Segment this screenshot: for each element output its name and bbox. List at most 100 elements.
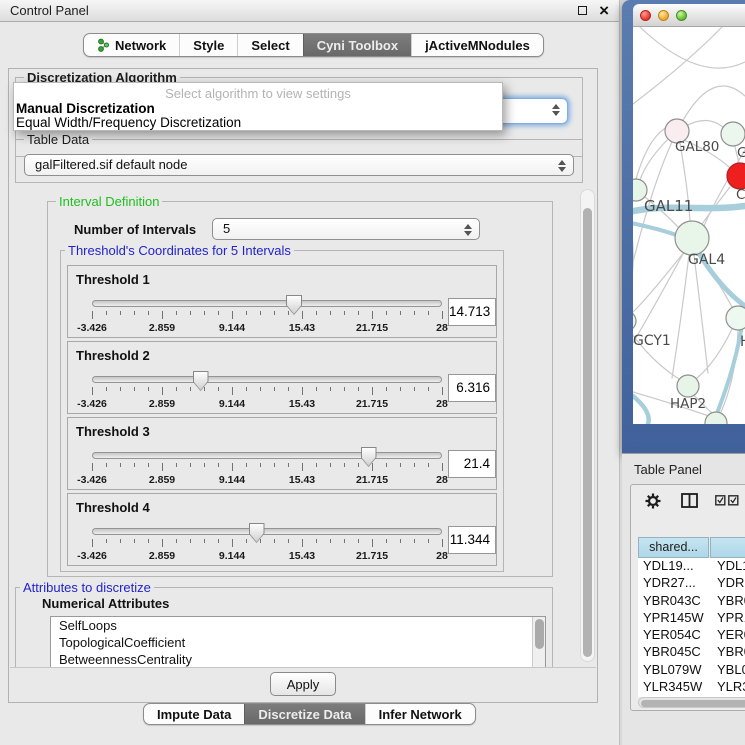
algorithm-option-equal-width[interactable]: Equal Width/Frequency Discretization: [14, 116, 502, 130]
tick-mark: [400, 463, 401, 467]
tab-jactivemnodules[interactable]: jActiveMNodules: [411, 34, 543, 56]
table-hscrollbar-thumb[interactable]: [641, 700, 745, 707]
apply-button[interactable]: Apply: [270, 672, 336, 696]
table-row[interactable]: YBR045CYBR0: [638, 644, 745, 661]
tick-label: -3.426: [77, 322, 107, 334]
tick-mark: [246, 387, 247, 391]
zoom-button[interactable]: [676, 10, 687, 21]
network-edge[interactable]: [686, 120, 724, 128]
slider-track[interactable]: [92, 452, 442, 459]
tab-style[interactable]: Style: [179, 34, 237, 56]
tick-mark: [386, 539, 387, 543]
threshold-slider[interactable]: -3.4262.8599.14415.4321.71528: [92, 296, 442, 336]
tick-mark: [162, 387, 163, 395]
threshold-slider[interactable]: -3.4262.8599.14415.4321.71528: [92, 448, 442, 488]
tick-label: 21.715: [356, 550, 388, 562]
table-row[interactable]: YBR043CYBR0: [638, 593, 745, 610]
slider-track[interactable]: [92, 528, 442, 535]
network-edge[interactable]: [636, 127, 667, 179]
tick-mark: [204, 539, 205, 543]
tick-label: 15.43: [289, 322, 315, 334]
table-row[interactable]: YPR145WYPR1: [638, 610, 745, 627]
threshold-value-field[interactable]: 21.4: [448, 450, 496, 478]
network-edge[interactable]: [633, 27, 722, 104]
number-of-intervals-select[interactable]: 5: [212, 218, 480, 240]
network-node[interactable]: [705, 412, 727, 424]
minimize-button[interactable]: [658, 10, 669, 21]
network-node[interactable]: [633, 311, 636, 331]
algorithm-option-manual[interactable]: Manual Discretization: [14, 102, 502, 116]
tab-select[interactable]: Select: [237, 34, 302, 56]
table-row[interactable]: YER054CYER0: [638, 627, 745, 644]
network-node[interactable]: [677, 375, 699, 397]
table-data-select[interactable]: galFiltered.sif default node: [24, 154, 574, 176]
tab-infer-network[interactable]: Infer Network: [365, 704, 475, 724]
tick-mark: [218, 539, 219, 543]
slider-track[interactable]: [92, 300, 442, 307]
control-panel-window: Control Panel × Network Style Select Cyn…: [0, 0, 620, 745]
network-node[interactable]: [721, 122, 745, 146]
close-button[interactable]: [640, 10, 651, 21]
list-scrollbar[interactable]: [532, 617, 545, 669]
table-row[interactable]: YLR345WYLR3: [638, 679, 745, 696]
list-scrollbar-thumb[interactable]: [535, 619, 544, 649]
table-row[interactable]: YBL079WYBL0: [638, 662, 745, 679]
number-of-intervals-label: Number of Intervals: [74, 222, 196, 237]
network-canvas[interactable]: GAL80GCGAL11GAL4GCY1HHAP2: [633, 27, 745, 424]
tab-label: jActiveMNodules: [425, 38, 530, 53]
table-row[interactable]: YDR27...YDR2: [638, 575, 745, 592]
tab-discretize-data[interactable]: Discretize Data: [244, 704, 364, 724]
network-edge[interactable]: [633, 252, 684, 343]
gear-icon[interactable]: [645, 493, 661, 509]
table-hscrollbar[interactable]: [638, 697, 745, 708]
threshold-box: Threshold 1-3.4262.8599.14415.4321.71528…: [67, 265, 497, 338]
network-edge[interactable]: [672, 255, 689, 378]
network-edge[interactable]: [633, 396, 649, 424]
numerical-attributes-list[interactable]: SelfLoopsTopologicalCoefficientBetweenne…: [50, 616, 546, 670]
checkbox-checked-icons[interactable]: [715, 495, 739, 506]
tick-mark: [288, 311, 289, 315]
network-node[interactable]: [727, 163, 745, 189]
network-edge[interactable]: [640, 140, 667, 180]
network-node[interactable]: [675, 221, 709, 255]
node-table[interactable]: YDL19...YDL1YDR27...YDR2YBR043CYBR0YPR14…: [638, 558, 745, 697]
close-icon[interactable]: ×: [599, 5, 609, 17]
threshold-slider[interactable]: -3.4262.8599.14415.4321.71528: [92, 524, 442, 564]
tick-mark: [316, 539, 317, 543]
panel-scrollbar-thumb[interactable]: [583, 208, 592, 657]
column-header-shared[interactable]: shared...: [638, 537, 709, 558]
threshold-slider[interactable]: -3.4262.8599.14415.4321.71528: [92, 372, 442, 412]
table-row[interactable]: YDL19...YDL1: [638, 558, 745, 575]
split-columns-icon[interactable]: [681, 493, 698, 508]
control-panel-tab-bar: Network Style Select Cyni Toolbox jActiv…: [83, 33, 544, 57]
attribute-item[interactable]: BetweennessCentrality: [51, 651, 545, 668]
slider-track[interactable]: [92, 376, 442, 383]
network-edge[interactable]: [713, 331, 741, 424]
cell-name: YER0: [709, 627, 745, 644]
network-edge[interactable]: [640, 27, 745, 68]
tab-cyni-toolbox[interactable]: Cyni Toolbox: [303, 34, 411, 56]
table-panel: Table Panel sh: [622, 453, 745, 745]
tab-impute-data[interactable]: Impute Data: [144, 704, 244, 724]
tick-mark: [288, 539, 289, 543]
tick-mark: [204, 463, 205, 467]
attribute-item[interactable]: TopologicalCoefficient: [51, 634, 545, 651]
number-of-intervals-value: 5: [223, 221, 230, 236]
column-header-name[interactable]: n: [710, 537, 745, 558]
network-edge[interactable]: [694, 255, 708, 373]
threshold-value-field[interactable]: 11.344: [448, 526, 496, 554]
slider-tick-labels: -3.4262.8599.14415.4321.71528: [92, 550, 442, 562]
panel-scrollbar[interactable]: [580, 189, 595, 662]
tab-network[interactable]: Network: [84, 34, 179, 56]
network-node[interactable]: [726, 306, 745, 330]
tick-mark: [428, 539, 429, 543]
threshold-value-field[interactable]: 6.316: [448, 374, 496, 402]
float-window-icon[interactable]: [578, 6, 587, 15]
tick-mark: [302, 387, 303, 395]
tick-mark: [344, 463, 345, 467]
tick-label: 28: [436, 550, 448, 562]
attribute-item[interactable]: SelfLoops: [51, 617, 545, 634]
network-edge[interactable]: [633, 251, 685, 314]
threshold-value-field[interactable]: 14.713: [448, 298, 496, 326]
network-edge[interactable]: [697, 329, 732, 378]
